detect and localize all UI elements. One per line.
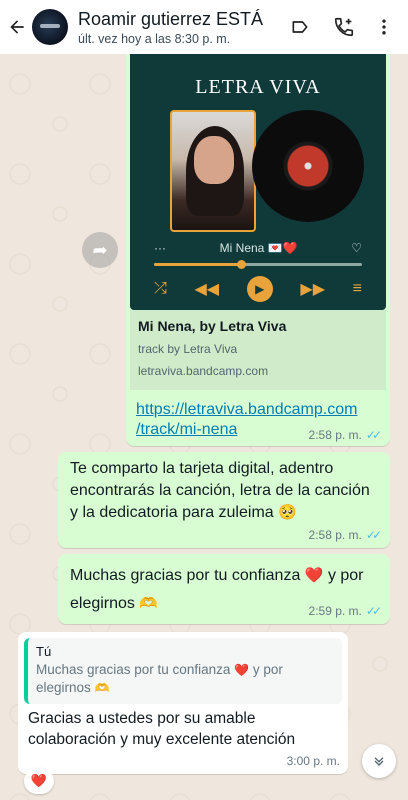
artist-photo	[170, 110, 256, 232]
message-time: 2:58 p. m.	[308, 528, 362, 542]
heart-emoji: ❤️	[304, 567, 324, 584]
message-bubble-reply[interactable]: Tú Muchas gracias por tu confianza ❤️ y …	[18, 632, 348, 774]
heart-emoji: ❤️	[234, 663, 250, 677]
message-meta: 2:58 p. m. ✓✓	[308, 528, 383, 542]
vinyl-record-icon	[252, 110, 364, 222]
message-meta: 3:00 p. m.	[287, 754, 340, 768]
player-controls: ⤮ ◀◀ ▶ ▶▶ ≡	[154, 276, 362, 302]
last-seen-status: últ. vez hoy a las 8:30 p. m.	[78, 31, 231, 46]
song-title: Mi Nena	[219, 241, 265, 255]
message-bubble-thanks[interactable]: Muchas gracias por tu confianza ❤️ y por…	[58, 554, 390, 624]
menu-icon: ≡	[352, 280, 362, 297]
message-bubble-card-text[interactable]: Te comparto la tarjeta digital, adentro …	[58, 452, 390, 548]
back-arrow-icon[interactable]	[4, 7, 30, 47]
read-receipt-icon: ✓✓	[365, 528, 382, 542]
play-icon: ▶	[246, 276, 273, 302]
read-receipt-icon: ✓✓	[365, 604, 382, 618]
music-card-image[interactable]: LETRA VIVA ··· Mi Nena 💌❤️ ♡ ⤮ ◀◀ ▶ ▶▶ ≡	[130, 54, 386, 310]
contact-info[interactable]: Roamir gutierrez ESTÁ últ. vez hoy a las…	[78, 9, 278, 46]
chat-header: Roamir gutierrez ESTÁ últ. vez hoy a las…	[0, 0, 408, 54]
message-text: Muchas gracias por tu confianza	[70, 567, 301, 584]
add-call-icon[interactable]	[322, 7, 366, 47]
message-text: Te comparto la tarjeta digital, adentro …	[70, 460, 370, 521]
song-progress-fill	[154, 263, 242, 266]
heart-hands-emoji: 🫶	[139, 595, 159, 612]
letra-viva-logo: LETRA VIVA	[195, 76, 321, 98]
chat-area[interactable]: LETRA VIVA ··· Mi Nena 💌❤️ ♡ ⤮ ◀◀ ▶ ▶▶ ≡…	[0, 54, 408, 800]
song-progress-bar	[154, 260, 362, 269]
label-icon[interactable]	[278, 7, 322, 47]
message-meta: 2:59 p. m. ✓✓	[308, 604, 383, 618]
message-time: 2:58 p. m.	[308, 428, 362, 442]
shuffle-icon: ⤮	[154, 280, 167, 297]
quoted-author: Tú	[36, 644, 52, 659]
fast-forward-icon: ▶▶	[300, 281, 325, 298]
url-line-1[interactable]: https://letraviva.bandcamp.com	[136, 400, 386, 420]
song-emojis: 💌❤️	[267, 241, 298, 255]
reaction-heart[interactable]: ❤️	[24, 768, 54, 794]
link-preview-title: Mi Nena, by Letra Viva	[138, 318, 287, 334]
message-time: 2:59 p. m.	[308, 604, 362, 618]
more-vert-icon[interactable]	[366, 7, 402, 47]
read-receipt-icon: ✓✓	[365, 428, 382, 442]
message-time: 3:00 p. m.	[286, 754, 340, 768]
quoted-message[interactable]: Tú Muchas gracias por tu confianza ❤️ y …	[24, 638, 342, 704]
link-preview[interactable]: Mi Nena, by Letra Viva track by Letra Vi…	[130, 310, 386, 390]
pleading-face-emoji: 🥺	[278, 504, 297, 521]
message-text: Gracias a ustedes por su amable colabora…	[28, 710, 296, 748]
contact-name: Roamir gutierrez ESTÁ	[78, 8, 264, 29]
rewind-icon: ◀◀	[194, 281, 220, 298]
link-preview-description: track by Letra Viva	[138, 342, 238, 356]
heart-hands-emoji: 🫶	[94, 681, 110, 695]
contact-avatar[interactable]	[32, 9, 68, 45]
message-meta: 2:58 p. m. ✓✓	[308, 428, 383, 442]
forward-icon[interactable]: ➦	[82, 232, 118, 268]
song-progress-knob	[237, 260, 247, 269]
scroll-down-icon[interactable]	[362, 744, 396, 778]
link-preview-domain: letraviva.bandcamp.com	[138, 364, 269, 378]
quoted-text: Muchas gracias por tu confianza	[36, 662, 231, 677]
options-dots-icon: ···	[154, 241, 166, 255]
heart-outline-icon: ♡	[351, 241, 362, 255]
song-row: ··· Mi Nena 💌❤️ ♡	[154, 239, 362, 257]
